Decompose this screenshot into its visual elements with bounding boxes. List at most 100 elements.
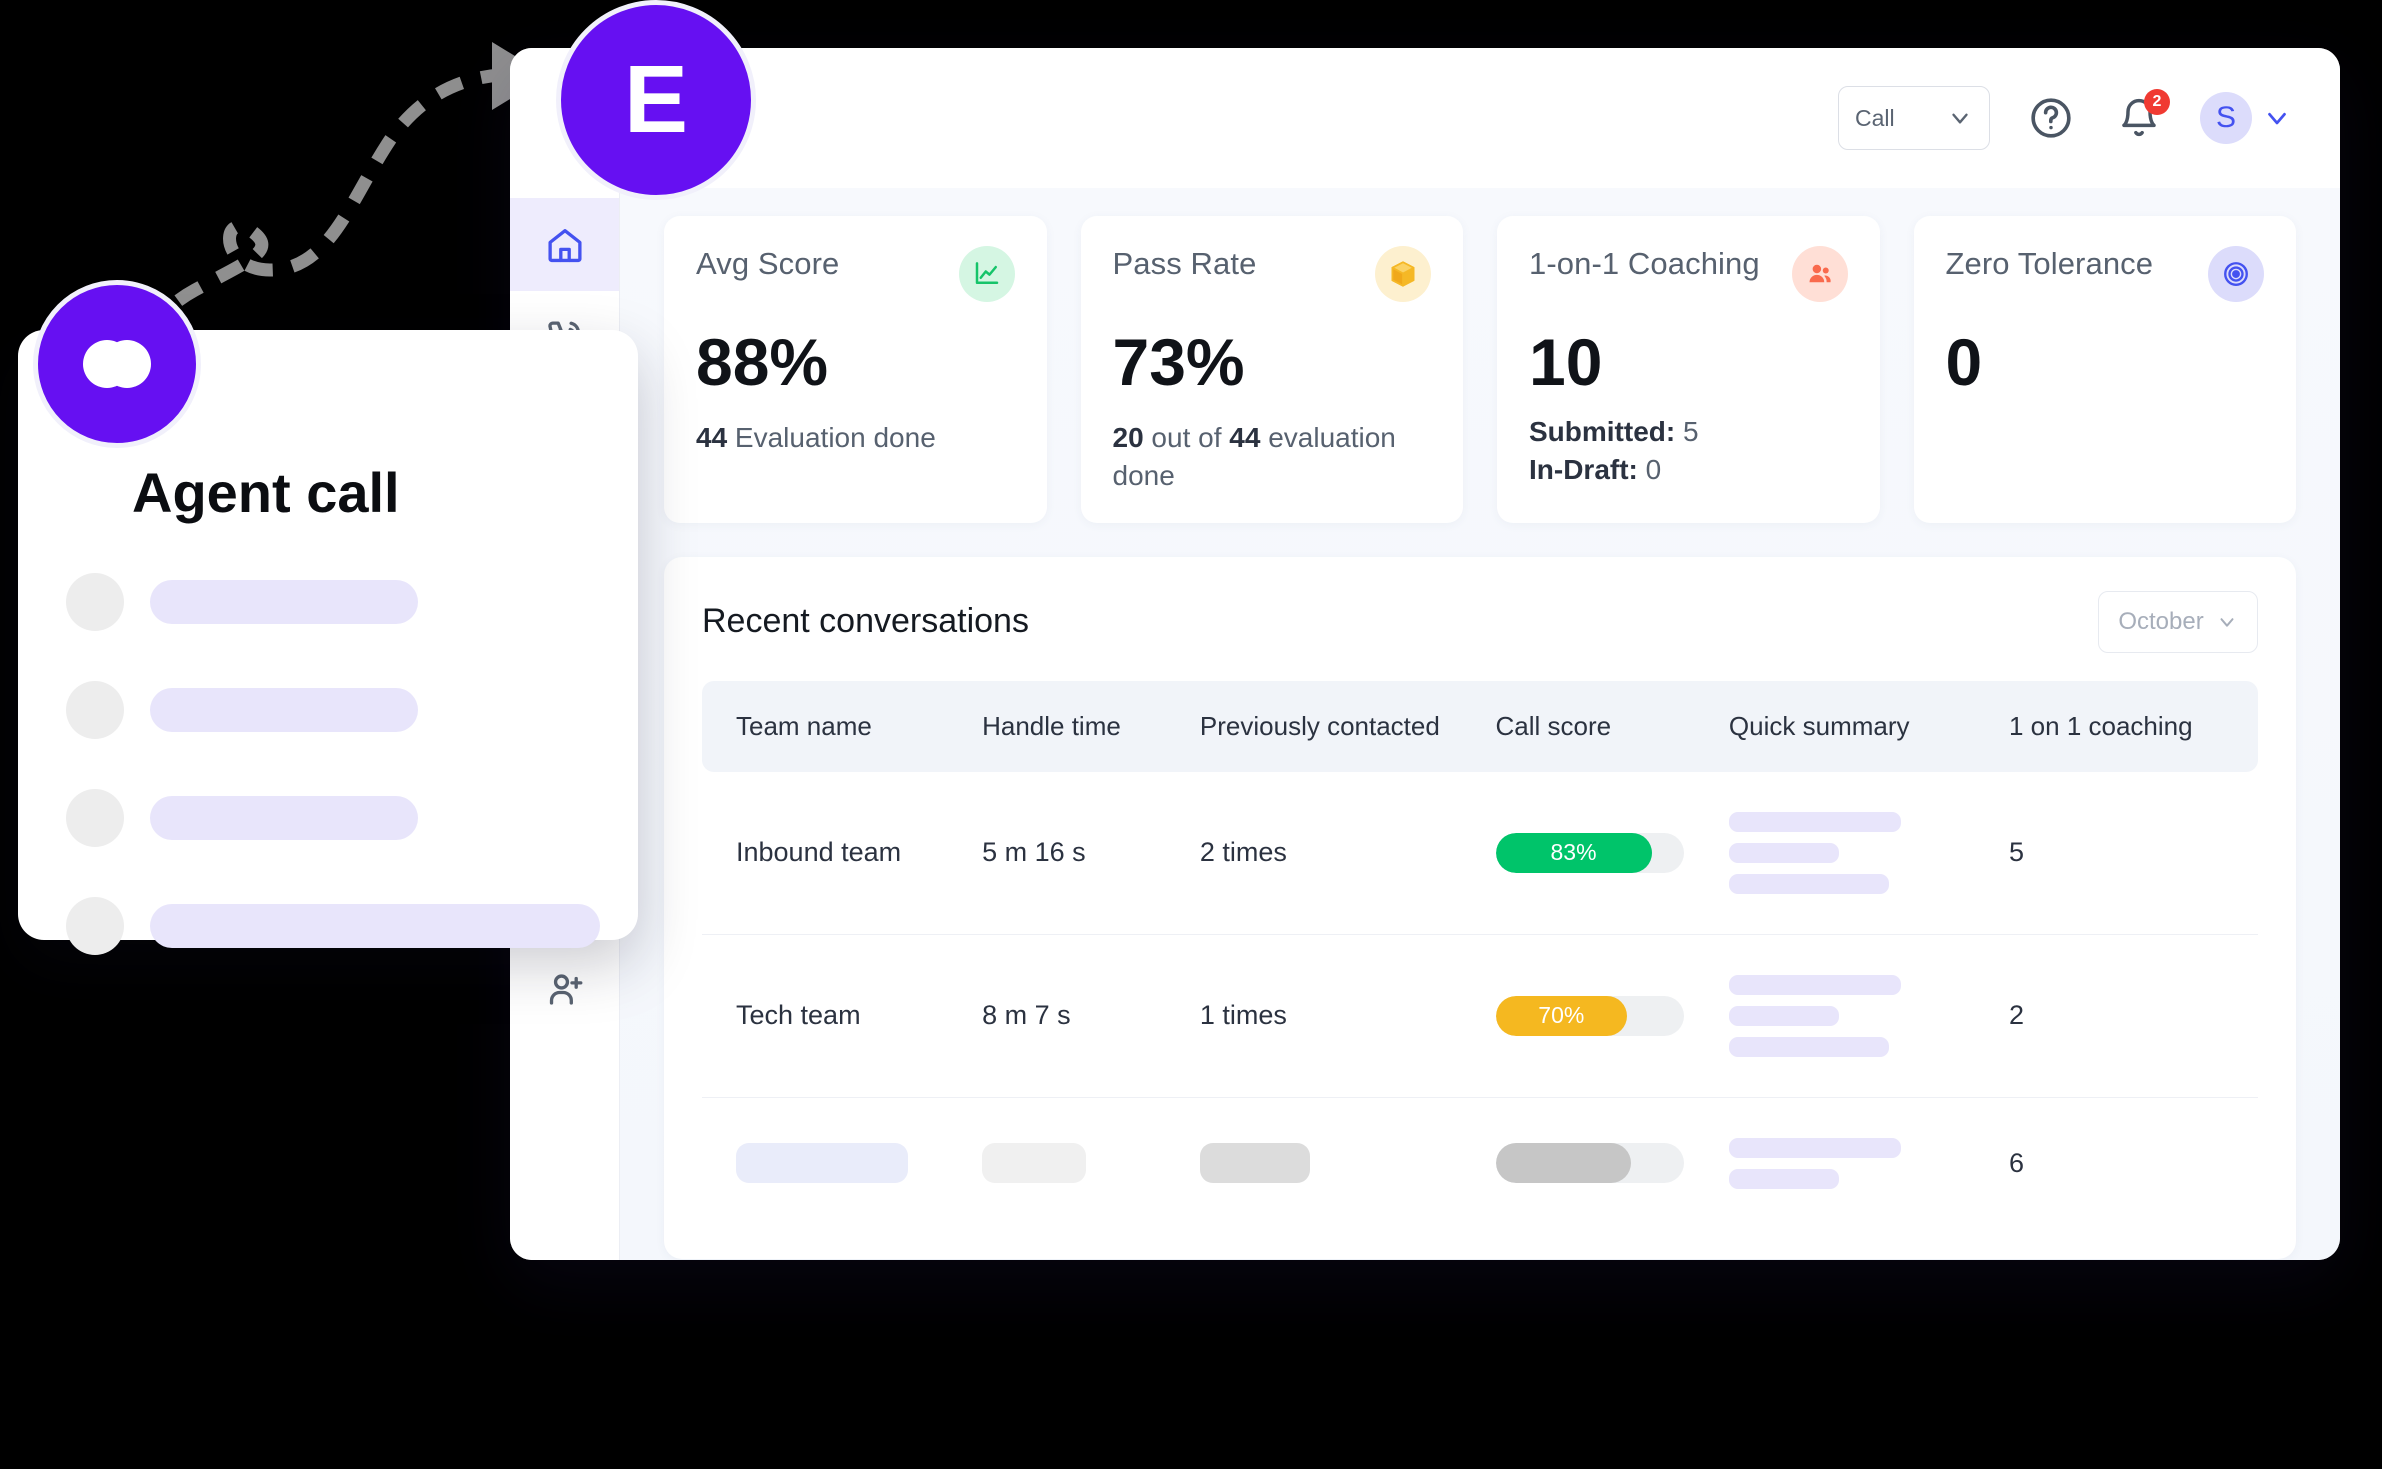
call-score-fill xyxy=(1495,1143,1631,1184)
column-header-handle-time[interactable]: Handle time xyxy=(982,680,1200,772)
cell-quick-summary xyxy=(1728,934,2009,1098)
table-row[interactable]: Tech team 8 m 7 s 1 times 70% 2 xyxy=(702,934,2258,1098)
kpi-line-in-draft: In-Draft: 0 xyxy=(1529,451,1848,489)
kpi-title: Zero Tolerance xyxy=(1945,246,2154,281)
line-chart-icon xyxy=(958,246,1015,302)
cell-handle-time xyxy=(982,1097,1200,1229)
skeleton-line xyxy=(1728,1036,1889,1057)
cell-coaching-count: 5 xyxy=(2009,771,2258,935)
sidebar-item-add-user[interactable] xyxy=(510,942,619,1035)
skeleton-placeholder xyxy=(1199,1143,1310,1184)
list-item xyxy=(18,789,638,847)
list-item xyxy=(18,573,638,631)
skeleton-line xyxy=(1728,1005,1839,1026)
column-header-team-name[interactable]: Team name xyxy=(702,680,983,772)
table-row[interactable]: Inbound team 5 m 16 s 2 times 83% 5 xyxy=(702,771,2258,935)
call-score-fill: 83% xyxy=(1495,832,1652,873)
conversations-table: Team name Handle time Previously contact… xyxy=(702,680,2258,1229)
home-icon xyxy=(547,228,582,262)
skeleton-placeholder xyxy=(150,688,418,732)
panel-title: Recent conversations xyxy=(702,602,1029,641)
cell-coaching-count: 6 xyxy=(2009,1147,2025,1178)
skeleton-line xyxy=(1728,1137,1901,1158)
cell-quick-summary xyxy=(1728,771,2009,935)
skeleton-line xyxy=(1728,842,1839,863)
notifications-button[interactable]: 2 xyxy=(2112,89,2170,145)
target-icon xyxy=(2208,246,2264,302)
kpi-title: 1-on-1 Coaching xyxy=(1529,246,1760,281)
recent-conversations-panel: Recent conversations October Team name H… xyxy=(664,556,2296,1259)
skeleton-placeholder xyxy=(150,796,418,840)
avatar xyxy=(66,789,124,847)
help-button[interactable] xyxy=(2024,91,2078,145)
cell-previously-contacted xyxy=(1199,1097,1496,1229)
column-header-coaching[interactable]: 1 on 1 coaching xyxy=(2009,680,2258,772)
cell-call-score xyxy=(1495,1097,1729,1229)
column-header-quick-summary[interactable]: Quick summary xyxy=(1728,680,2009,772)
avatar: S xyxy=(2200,92,2252,144)
kpi-card-row: Avg Score 88% 44 Evaluation done Pass Ra… xyxy=(664,216,2296,523)
table-row[interactable]: 6 xyxy=(702,1097,2258,1229)
kpi-card-coaching: 1-on-1 Coaching 10 Submitted: 5 In-Draft… xyxy=(1497,216,1880,523)
screenshot-root: E Call 2 S Avg Score 88% 44 Evaluation d… xyxy=(0,0,2382,1469)
kpi-detail-lines: Submitted: 5 In-Draft: 0 xyxy=(1529,413,1848,489)
cube-icon xyxy=(1375,246,1431,302)
kpi-title: Avg Score xyxy=(696,246,840,281)
kpi-line-submitted: Submitted: 5 xyxy=(1529,413,1848,451)
kpi-sub-strong: 44 xyxy=(696,422,728,454)
cell-team-name: Tech team xyxy=(702,934,983,1098)
column-header-previously-contacted[interactable]: Previously contacted xyxy=(1199,680,1496,772)
chevron-down-icon xyxy=(1952,113,1968,124)
call-score-bar xyxy=(1495,1143,1684,1184)
avatar-initial: S xyxy=(2215,101,2236,134)
skeleton-line xyxy=(1728,1168,1839,1189)
kpi-sub-text: out of xyxy=(1143,422,1230,454)
call-type-select[interactable]: Call xyxy=(1838,86,1990,150)
kpi-subtext: 44 Evaluation done xyxy=(696,419,1015,457)
kpi-value: 88% xyxy=(696,325,829,399)
avatar xyxy=(66,573,124,631)
skeleton-placeholder xyxy=(982,1143,1087,1184)
kpi-line-in-draft-label: In-Draft: xyxy=(1529,454,1638,486)
cell-team-name xyxy=(702,1097,982,1229)
people-icon xyxy=(1791,246,1848,302)
call-type-select-value: Call xyxy=(1855,104,1895,131)
agent-call-title: Agent call xyxy=(132,461,400,524)
call-score-fill: 70% xyxy=(1495,995,1628,1036)
cell-call-score: 83% xyxy=(1495,771,1729,935)
kpi-line-submitted-label: Submitted: xyxy=(1529,416,1676,448)
skeleton-placeholder xyxy=(150,580,418,624)
cell-coaching-count: 2 xyxy=(2009,934,2258,1098)
month-filter-value: October xyxy=(2118,607,2204,635)
cell-previously-contacted: 1 times xyxy=(1199,934,1496,1098)
avatar xyxy=(66,681,124,739)
list-item xyxy=(18,681,638,739)
call-score-label: 83% xyxy=(1550,839,1597,866)
avatar-badge-letter: E xyxy=(623,46,689,153)
skeleton-line xyxy=(1728,811,1901,832)
top-bar: Call 2 S xyxy=(510,48,2340,188)
call-score-label: 70% xyxy=(1538,1002,1585,1029)
kpi-value: 73% xyxy=(1112,325,1245,399)
agent-call-placeholder-list xyxy=(18,573,638,955)
call-score-bar: 70% xyxy=(1495,995,1684,1036)
notification-count-badge: 2 xyxy=(2144,89,2170,115)
chevron-down-icon xyxy=(2220,618,2234,627)
month-filter-select[interactable]: October xyxy=(2098,590,2258,653)
chevron-down-icon xyxy=(2268,112,2286,125)
column-header-call-score[interactable]: Call score xyxy=(1495,680,1729,772)
skeleton-line xyxy=(1728,974,1901,995)
dashboard-content: Avg Score 88% 44 Evaluation done Pass Ra… xyxy=(620,188,2340,1260)
skeleton-placeholder xyxy=(150,904,600,948)
list-item xyxy=(18,897,638,955)
cell-call-score: 70% xyxy=(1495,934,1729,1098)
kpi-line-submitted-value: 5 xyxy=(1675,416,1699,448)
sidebar-item-home[interactable] xyxy=(510,198,619,291)
avatar xyxy=(66,897,124,955)
cell-previously-contacted: 2 times xyxy=(1199,771,1496,935)
kpi-card-avg-score: Avg Score 88% 44 Evaluation done xyxy=(664,216,1047,523)
user-menu[interactable]: S xyxy=(2200,92,2292,144)
kpi-title: Pass Rate xyxy=(1112,246,1257,281)
cell-quick-summary xyxy=(1728,1097,2009,1229)
avatar-badge-e: E xyxy=(556,0,756,200)
